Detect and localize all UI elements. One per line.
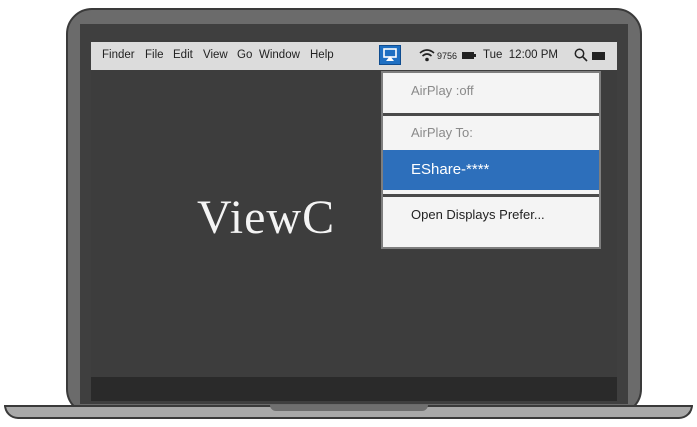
menu-go[interactable]: Go bbox=[237, 49, 252, 61]
battery-icon[interactable] bbox=[462, 52, 474, 59]
laptop-screen: Finder File Edit View Go Window Help 975… bbox=[91, 40, 617, 377]
menu-view[interactable]: View bbox=[203, 49, 228, 61]
airplay-display-icon[interactable] bbox=[379, 45, 401, 65]
clock[interactable]: Tue 12:00 PM bbox=[483, 49, 558, 61]
menu-bar: Finder File Edit View Go Window Help 975… bbox=[91, 42, 617, 70]
airplay-to-heading: AirPlay To: bbox=[411, 125, 473, 140]
wifi-ssid: 9756 bbox=[437, 51, 458, 61]
menu-help[interactable]: Help bbox=[310, 49, 334, 61]
airplay-dropdown-menu: AirPlay :off AirPlay To: EShare-**** Ope… bbox=[381, 71, 601, 249]
search-icon[interactable] bbox=[574, 48, 588, 65]
menu-separator bbox=[383, 113, 599, 116]
menu-separator bbox=[383, 194, 599, 197]
airplay-status: AirPlay :off bbox=[411, 83, 474, 98]
laptop-screen-chin bbox=[91, 377, 617, 401]
eshare-device-label: EShare-**** bbox=[411, 161, 490, 178]
laptop-base-groove bbox=[270, 405, 428, 411]
menu-window[interactable]: Window bbox=[259, 49, 300, 61]
eshare-device-item[interactable]: EShare-**** bbox=[383, 150, 599, 190]
viewsonic-logo: ViewC bbox=[197, 191, 336, 244]
menu-finder[interactable]: Finder bbox=[102, 49, 135, 61]
wifi-icon[interactable] bbox=[419, 48, 435, 65]
menu-file[interactable]: File bbox=[145, 49, 164, 61]
open-displays-preferences-item[interactable]: Open Displays Prefer... bbox=[411, 207, 617, 222]
display-icon[interactable] bbox=[592, 52, 605, 60]
battery-tip bbox=[474, 54, 476, 57]
menu-edit[interactable]: Edit bbox=[173, 49, 193, 61]
